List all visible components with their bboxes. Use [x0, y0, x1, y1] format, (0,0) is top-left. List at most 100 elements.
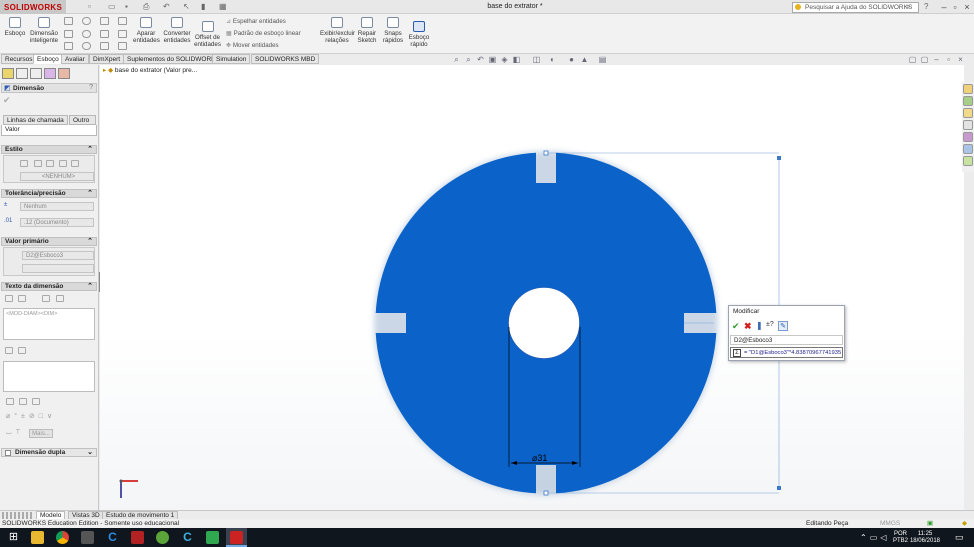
display-manager-icon[interactable] — [58, 68, 70, 79]
dimension-name-field[interactable]: D2@Esboco3 — [730, 335, 843, 345]
sketch-point[interactable] — [777, 486, 781, 490]
rapid-sketch-button[interactable]: Esboço rápido — [407, 20, 431, 48]
modify-dialog[interactable]: Modificar ✔ ✖ ❚ ±? ✎ D2@Esboco3 Σ = "D1@… — [728, 305, 845, 361]
display-relations-button[interactable]: Exibir/excluir relações — [320, 16, 355, 44]
solidworks-taskbar-icon-1[interactable] — [131, 531, 144, 544]
resources-icon[interactable] — [963, 84, 973, 94]
section-texto-dimensao[interactable]: Texto da dimensão ⌃ — [1, 282, 97, 291]
symbol-icons-2[interactable]: ⌴⊤ — [6, 429, 24, 437]
close-icon[interactable]: × — [961, 2, 973, 12]
dimension-text-box-2[interactable] — [3, 361, 95, 392]
style-select[interactable]: <NENHUM> — [20, 172, 94, 181]
solidworks-logo[interactable]: SOLIDWORKS — [0, 0, 66, 14]
tab-linhas-chamada[interactable]: Linhas de chamada — [3, 115, 68, 125]
spline-icon[interactable] — [100, 17, 109, 25]
sketch-point[interactable] — [543, 490, 549, 496]
mirror-entities-button[interactable]: ⊿ Espelhar entidades — [226, 18, 286, 25]
drawing-svg[interactable]: ⌀31 — [100, 65, 964, 510]
move-entities-button[interactable]: ✥ Mover entidades — [226, 42, 279, 49]
convert-entities-button[interactable]: Converter entidades — [162, 16, 192, 44]
tab-suplementos[interactable]: Suplementos do SOLIDWORKS — [123, 54, 224, 64]
dimension-text-box[interactable]: <MOD-DIAM><DIM> — [3, 308, 95, 340]
slot-icon[interactable] — [64, 42, 73, 50]
tab-scroll-icon[interactable] — [2, 512, 34, 519]
app-c2-icon[interactable]: C — [181, 531, 194, 544]
print-icon[interactable]: ⎙ — [143, 3, 152, 11]
justify2-icon[interactable] — [18, 347, 26, 354]
app-p-icon[interactable] — [206, 531, 219, 544]
help-icon[interactable]: ? — [924, 3, 933, 11]
previous-view-icon[interactable]: ↶ — [476, 56, 485, 64]
forum-icon[interactable] — [963, 156, 973, 166]
solidworks-taskbar-active[interactable] — [226, 528, 247, 547]
feature-manager-icon[interactable] — [2, 68, 14, 79]
sketch-point[interactable] — [543, 150, 549, 156]
tile2-icon[interactable]: ▢ — [920, 56, 929, 64]
view-orientation-icon[interactable]: ◧ — [512, 56, 521, 64]
windows-start-icon[interactable]: ⊞ — [7, 531, 20, 544]
quick-snaps-button[interactable]: Snaps rápidos — [381, 16, 405, 44]
primary-name-field[interactable]: D2@Esboco3 — [22, 251, 94, 260]
file-explorer-taskbar-icon[interactable] — [31, 531, 44, 544]
rebuild-icon[interactable]: ▮ — [201, 3, 210, 11]
section-tolerancia[interactable]: Tolerância/precisão ⌃ — [1, 189, 97, 198]
select-icon[interactable]: ↖ — [183, 3, 192, 11]
restore-icon[interactable]: ▫ — [949, 2, 961, 12]
app-green-icon[interactable] — [156, 531, 169, 544]
ok-icon[interactable]: ✔ — [732, 321, 740, 332]
zoom-area-icon[interactable]: ⌕ — [464, 56, 473, 64]
ok-check-icon[interactable]: ✔ — [3, 95, 11, 106]
sketch-button[interactable]: Esboço — [3, 16, 27, 37]
pm-help-button[interactable]: ? — [89, 84, 93, 91]
appearance-icon[interactable]: ● — [567, 56, 576, 64]
add-style-icon[interactable] — [34, 160, 42, 167]
linear-pattern-button[interactable]: ▦ Padrão de esboço linear — [226, 30, 301, 37]
construction-icon[interactable] — [118, 17, 127, 25]
arc-icon[interactable] — [82, 30, 91, 38]
new-document-icon[interactable]: ▫ — [88, 3, 97, 11]
load-style-icon[interactable] — [71, 160, 79, 167]
tab-avaliar[interactable]: Avaliar — [61, 54, 89, 64]
property-manager-icon[interactable] — [16, 68, 28, 79]
dimxpert-manager-icon[interactable] — [44, 68, 56, 79]
calculator-icon[interactable] — [81, 531, 94, 544]
dimension-value-input[interactable]: Σ = "D1@Esboco3"*4.83870967741935 — [730, 347, 843, 358]
repair-sketch-button[interactable]: Repair Sketch — [356, 16, 378, 44]
dual-dimension-checkbox[interactable] — [5, 450, 11, 456]
align-left-icon[interactable] — [6, 398, 14, 405]
dynamic-annotation-icon[interactable]: ◈ — [500, 56, 509, 64]
language-indicator[interactable]: POR PTB2 — [893, 531, 908, 545]
view-palette-icon[interactable] — [963, 120, 973, 130]
offset-entities-button[interactable]: Offset de entidades — [194, 20, 221, 48]
rebuild-status-icon[interactable]: ▣ — [927, 519, 933, 528]
align-right-icon[interactable] — [32, 398, 40, 405]
design-library-icon[interactable] — [963, 96, 973, 106]
units-selector[interactable]: MMGS — [880, 519, 900, 528]
point-icon[interactable] — [118, 42, 127, 50]
help-search-input[interactable]: Pesquisar a Ajuda do SOLIDWORKS — [792, 2, 919, 13]
file-explorer-icon[interactable] — [963, 108, 973, 118]
options-icon[interactable]: ▦ — [219, 3, 228, 11]
ellipse-icon[interactable] — [82, 42, 91, 50]
custom-properties-icon[interactable] — [963, 144, 973, 154]
search-scope-icon[interactable] — [795, 4, 801, 10]
delete-style-icon[interactable] — [46, 160, 54, 167]
view-settings-icon[interactable]: ▤ — [598, 56, 607, 64]
chrome-icon[interactable] — [56, 531, 69, 544]
doc-minimize-icon[interactable]: – — [932, 56, 941, 64]
save-style-icon[interactable] — [59, 160, 67, 167]
precision-select[interactable]: .12 (Documento) — [20, 218, 94, 227]
sigma-icon[interactable]: Σ — [733, 349, 741, 357]
configuration-manager-icon[interactable] — [30, 68, 42, 79]
undo-icon[interactable]: ↶ — [163, 3, 172, 11]
smart-dimension-button[interactable]: Dimensão inteligente — [28, 16, 60, 44]
spin-increment-icon[interactable]: ±? — [766, 321, 774, 328]
justify-icon[interactable] — [5, 347, 13, 354]
tolerance-type-select[interactable]: Nenhum — [20, 202, 94, 211]
tray-icons[interactable]: ⌃▭◁ — [860, 533, 889, 542]
apply-style-icon[interactable] — [20, 160, 28, 167]
tab-outro[interactable]: Outro — [69, 115, 96, 125]
doc-close-icon[interactable]: × — [956, 56, 965, 64]
tile-icon[interactable]: ▢ — [908, 56, 917, 64]
tab-mbd[interactable]: SOLIDWORKS MBD — [251, 54, 320, 64]
